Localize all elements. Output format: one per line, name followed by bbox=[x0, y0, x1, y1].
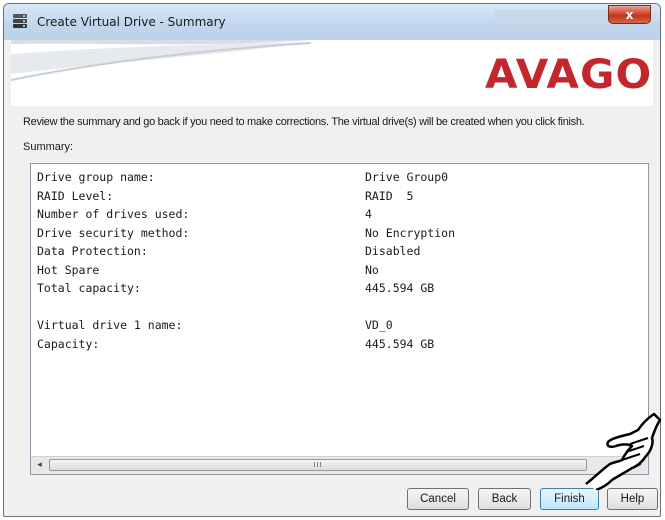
drive-stack-icon bbox=[13, 14, 27, 28]
summary-key: Hot Spare bbox=[37, 262, 100, 277]
header-banner: AVAGO bbox=[11, 40, 653, 106]
dialog-body: AVAGO Review the summary and go back if … bbox=[11, 40, 658, 510]
summary-key: Total capacity: bbox=[37, 281, 141, 295]
background-window-title bbox=[494, 10, 614, 20]
summary-row: RAID Level: RAID 5 bbox=[37, 189, 637, 208]
horizontal-scrollbar[interactable]: ◂ III ▸ bbox=[31, 456, 648, 474]
instruction-text: Review the summary and go back if you ne… bbox=[23, 116, 585, 128]
summary-value: 445.594 GB bbox=[365, 281, 435, 295]
summary-row: Data Protection: Disabled bbox=[37, 244, 637, 263]
summary-value: No bbox=[365, 262, 379, 277]
summary-key: RAID Level: bbox=[37, 188, 114, 203]
summary-value: 445.594 GB bbox=[365, 336, 435, 351]
pointing-hand-icon bbox=[585, 412, 662, 490]
avago-logo: AVAGO bbox=[485, 52, 653, 98]
row-spacer bbox=[37, 300, 637, 319]
create-virtual-drive-dialog: Create Virtual Drive - Summary x AVAGO R… bbox=[3, 3, 661, 517]
summary-row: Number of drives used: 4 bbox=[37, 207, 637, 226]
summary-key: Virtual drive 1 name: bbox=[37, 318, 183, 332]
summary-rows: Drive group name: Drive Group0 RAID Level:… bbox=[37, 170, 637, 355]
help-button[interactable]: Help bbox=[607, 488, 658, 510]
summary-value: RAID 5 bbox=[365, 188, 414, 203]
summary-row: Capacity: 445.594 GB bbox=[37, 337, 637, 356]
summary-key: Drive group name: bbox=[37, 170, 155, 184]
back-button[interactable]: Back bbox=[478, 488, 531, 510]
summary-row: Drive security method: No Encryption bbox=[37, 226, 637, 245]
summary-value: Disabled bbox=[365, 244, 421, 258]
finish-button[interactable]: Finish bbox=[540, 488, 599, 510]
scroll-thumb[interactable]: III bbox=[49, 459, 587, 471]
summary-row: Hot Spare No bbox=[37, 263, 637, 282]
summary-key: Data Protection: bbox=[37, 244, 148, 258]
summary-label: Summary: bbox=[23, 141, 74, 153]
title-bar[interactable]: Create Virtual Drive - Summary x bbox=[4, 4, 660, 40]
summary-textbox[interactable]: Drive group name: Drive Group0 RAID Level:… bbox=[30, 163, 649, 475]
summary-key: Drive security method: bbox=[37, 225, 190, 240]
summary-row: Total capacity: 445.594 GB bbox=[37, 281, 637, 300]
summary-row: Drive group name: Drive Group0 bbox=[37, 170, 637, 189]
summary-row: Virtual drive 1 name: VD_0 bbox=[37, 318, 637, 337]
window-title: Create Virtual Drive - Summary bbox=[37, 15, 226, 29]
scroll-left-icon[interactable]: ◂ bbox=[31, 457, 48, 474]
summary-value: 4 bbox=[365, 207, 372, 221]
summary-value: No Encryption bbox=[365, 225, 456, 240]
summary-value: Drive Group0 bbox=[365, 170, 449, 184]
summary-value: VD_0 bbox=[365, 318, 393, 332]
summary-key: Number of drives used: bbox=[37, 207, 190, 221]
cancel-button[interactable]: Cancel bbox=[407, 488, 469, 510]
summary-key: Capacity: bbox=[37, 336, 100, 351]
close-button[interactable]: x bbox=[608, 5, 651, 24]
